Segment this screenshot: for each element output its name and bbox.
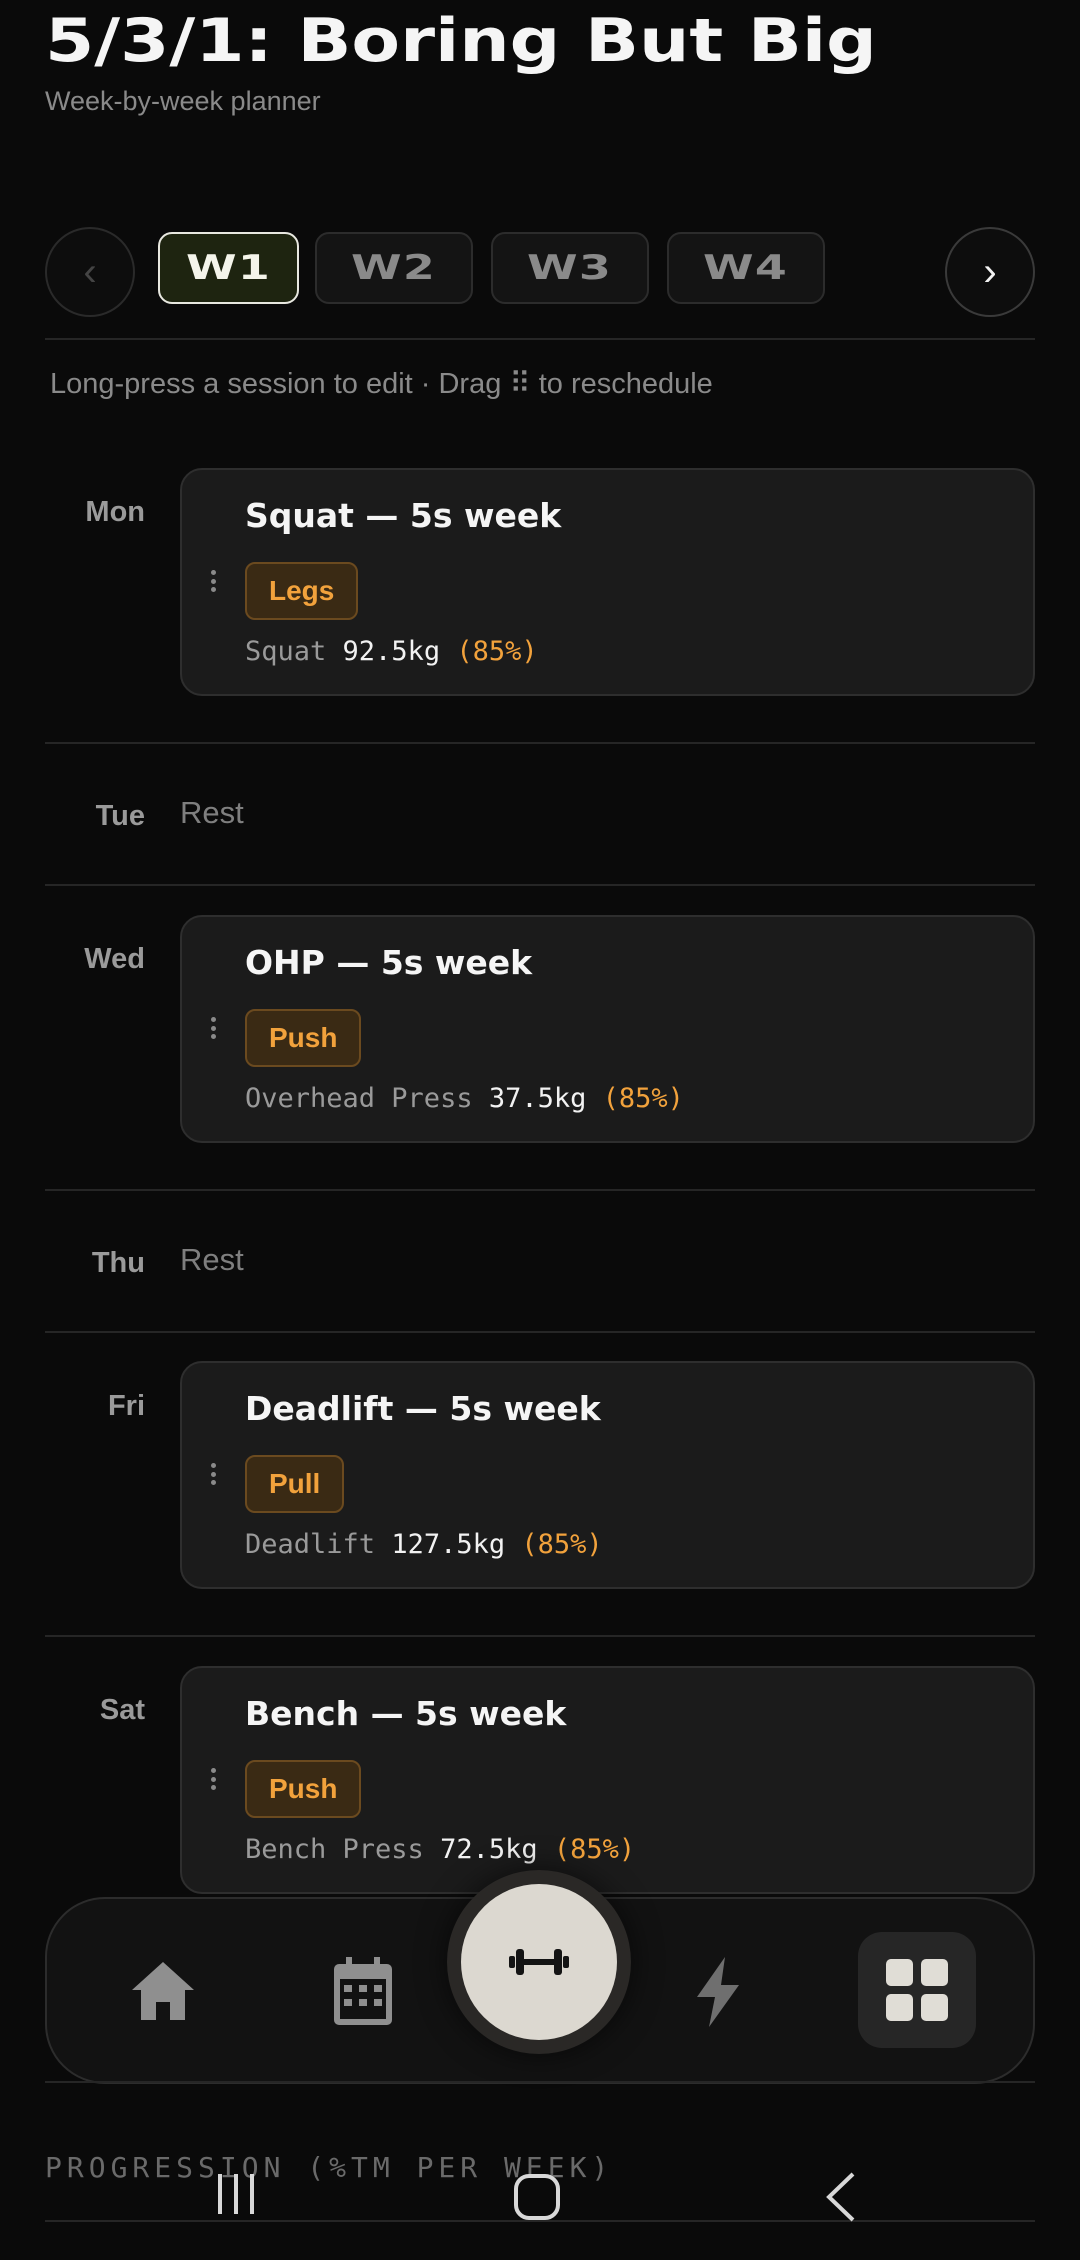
session-card-sat[interactable]: Bench — 5s week Push Bench Press 72.5kg … <box>180 1666 1035 1894</box>
divider <box>45 742 1035 744</box>
lift-weight: 72.5kg <box>440 1834 538 1865</box>
tab-label: W3 <box>527 248 613 288</box>
lift-weight: 92.5kg <box>342 636 441 667</box>
muscle-group-tag: Legs <box>245 562 359 620</box>
home-icon[interactable] <box>127 1955 199 2027</box>
session-title: Deadlift — 5s week <box>245 1389 601 1428</box>
lift-name: Squat <box>245 636 327 667</box>
muscle-group-tag: Push <box>245 1009 362 1067</box>
week-selector: ‹ W1 W2 W3 W4 › <box>45 227 1035 319</box>
start-workout-button[interactable] <box>461 1884 617 2040</box>
set-summary: Squat 92.5kg (85%) <box>245 636 538 667</box>
set-summary: Overhead Press 37.5kg (85%) <box>245 1083 684 1114</box>
session-card-wed[interactable]: OHP — 5s week Push Overhead Press 37.5kg… <box>180 915 1035 1143</box>
day-label-sat: Sat <box>99 1694 145 1726</box>
rest-label[interactable]: Rest <box>180 795 244 831</box>
divider <box>45 884 1035 886</box>
tab-week-4[interactable]: W4 <box>667 232 825 304</box>
lift-percent: (85%) <box>521 1529 603 1560</box>
calendar-icon[interactable] <box>325 1952 401 2032</box>
muscle-group-tag: Push <box>245 1760 362 1818</box>
lift-name: Deadlift <box>245 1529 376 1560</box>
page-title: 5/3/1: Boring But Big <box>45 6 877 76</box>
day-label-mon: Mon <box>85 496 145 528</box>
lift-percent: (85%) <box>456 636 538 667</box>
set-summary: Deadlift 127.5kg (85%) <box>245 1529 603 1560</box>
muscle-group-tag: Pull <box>245 1455 345 1513</box>
drag-handle-icon[interactable] <box>210 1768 216 1790</box>
session-title: Bench — 5s week <box>245 1694 567 1733</box>
lift-name: Overhead Press <box>245 1083 473 1114</box>
divider <box>45 1331 1035 1333</box>
lift-weight: 37.5kg <box>488 1083 587 1114</box>
divider <box>45 1635 1035 1637</box>
tab-week-1[interactable]: W1 <box>158 232 299 304</box>
lift-name: Bench Press <box>245 1834 424 1865</box>
divider <box>45 2081 1035 2083</box>
set-summary: Bench Press 72.5kg (85%) <box>245 1834 635 1865</box>
tab-week-2[interactable]: W2 <box>315 232 473 304</box>
grid-menu-button[interactable] <box>858 1932 976 2048</box>
session-card-fri[interactable]: Deadlift — 5s week Pull Deadlift 127.5kg… <box>180 1361 1035 1589</box>
bolt-icon[interactable] <box>688 1954 748 2030</box>
drag-handle-icon[interactable] <box>210 570 216 592</box>
page-subtitle: Week-by-week planner <box>45 86 321 116</box>
home-button-icon[interactable] <box>510 2170 564 2224</box>
rest-label[interactable]: Rest <box>180 1242 244 1278</box>
tab-label: W2 <box>351 248 437 288</box>
lift-percent: (85%) <box>553 1834 636 1865</box>
chevron-right-icon: › <box>983 249 997 294</box>
chevron-left-icon: ‹ <box>83 249 97 294</box>
session-title: Squat — 5s week <box>245 496 562 535</box>
recent-apps-icon[interactable] <box>210 2170 262 2218</box>
dumbbell-icon <box>509 1949 569 1975</box>
back-icon[interactable] <box>820 2170 860 2224</box>
lift-percent: (85%) <box>602 1083 684 1114</box>
next-week-button[interactable]: › <box>945 227 1035 317</box>
previous-week-button[interactable]: ‹ <box>45 227 135 317</box>
tab-label: W4 <box>703 248 789 288</box>
grid-icon <box>886 1959 948 2021</box>
day-label-wed: Wed <box>84 943 145 975</box>
lift-weight: 127.5kg <box>391 1529 506 1560</box>
drag-handle-icon[interactable] <box>210 1463 216 1485</box>
tab-week-3[interactable]: W3 <box>491 232 649 304</box>
divider <box>45 1189 1035 1191</box>
divider <box>45 338 1035 340</box>
drag-handle-icon[interactable] <box>210 1017 216 1039</box>
day-label-fri: Fri <box>107 1390 145 1422</box>
day-label-tue: Tue <box>95 800 145 832</box>
instruction-hint: Long-press a session to edit · Drag ⠿ to… <box>50 368 713 400</box>
day-label-thu: Thu <box>91 1247 145 1279</box>
tab-label: W1 <box>185 248 272 288</box>
session-title: OHP — 5s week <box>245 943 533 982</box>
session-card-mon[interactable]: Squat — 5s week Legs Squat 92.5kg (85%) <box>180 468 1035 696</box>
